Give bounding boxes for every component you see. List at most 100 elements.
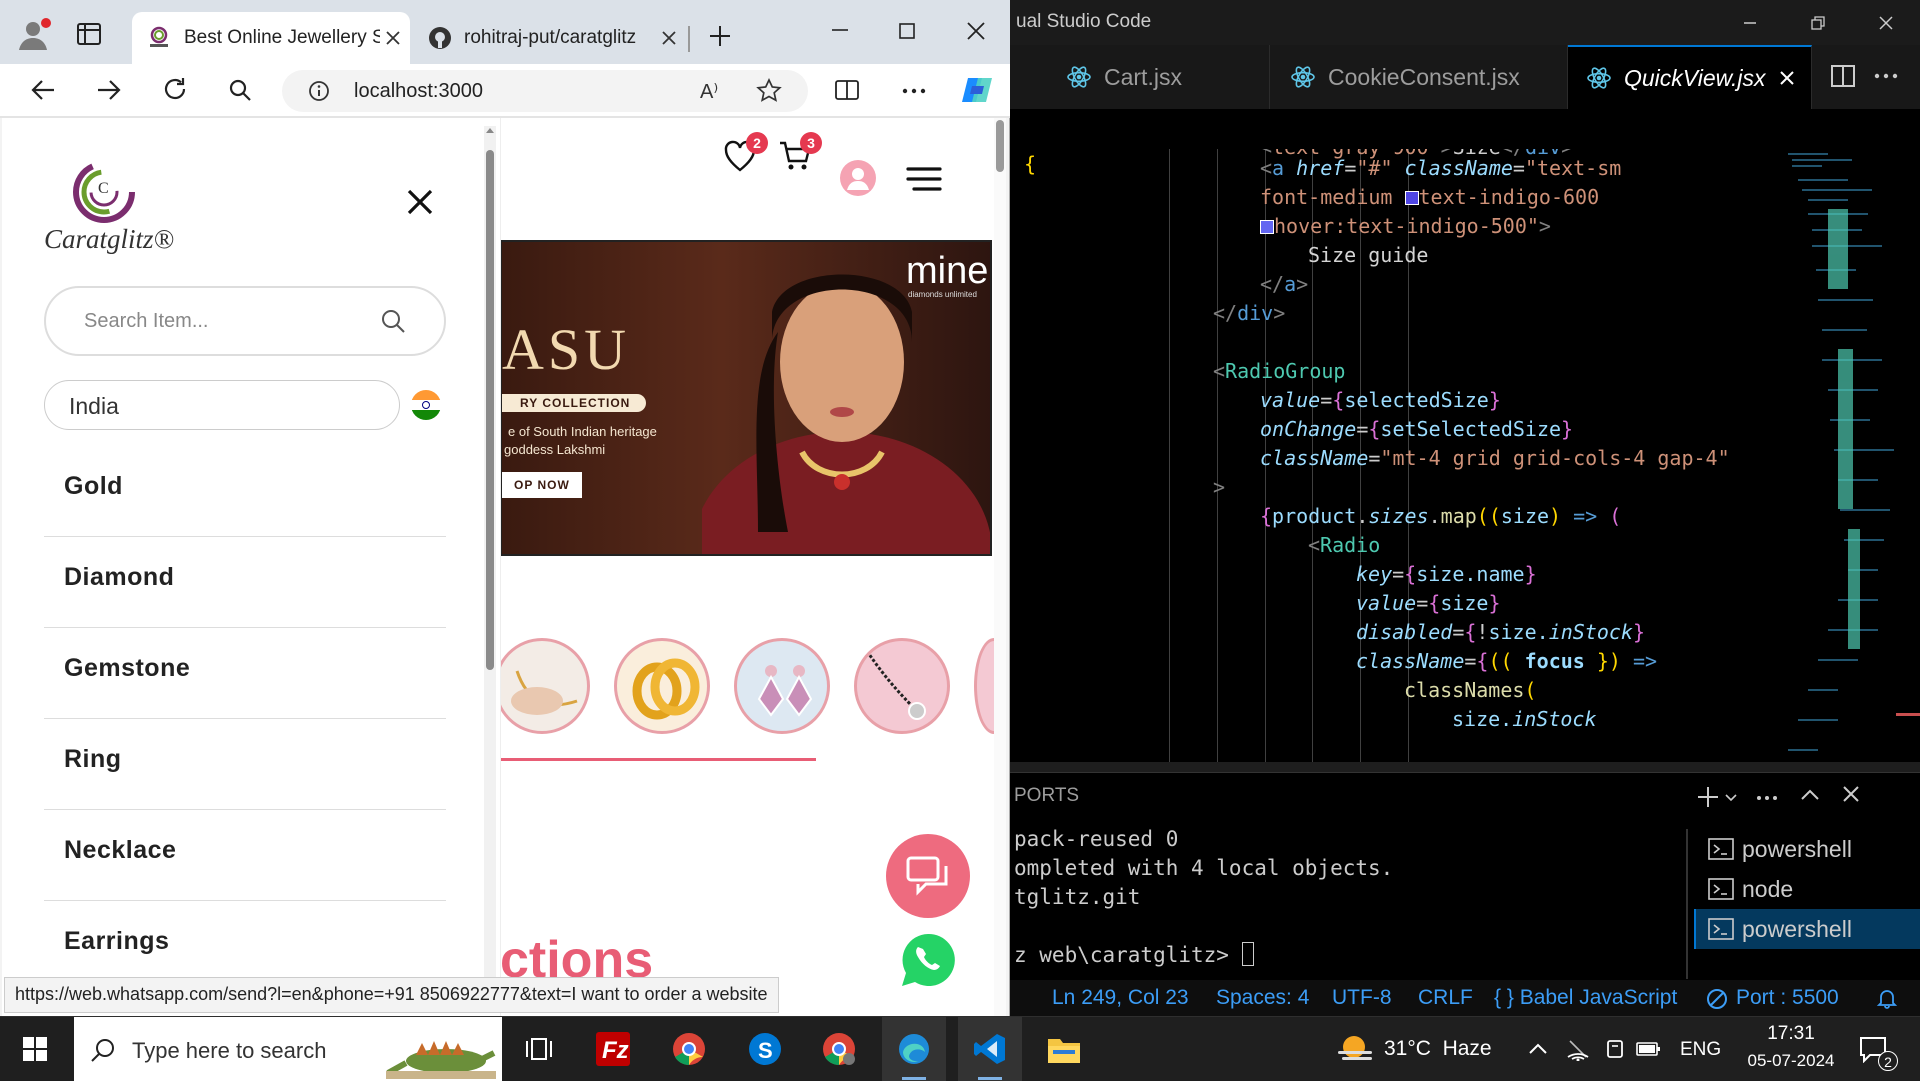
vscode-minimize-button[interactable] — [1716, 0, 1784, 45]
read-aloud-icon[interactable]: A⁾ — [700, 79, 718, 104]
status-cursor-position[interactable]: Ln 249, Col 23 — [1052, 986, 1189, 1010]
terminal-list-item[interactable]: node — [1694, 869, 1920, 909]
whatsapp-button[interactable] — [898, 930, 958, 990]
vscode-restore-button[interactable] — [1784, 0, 1852, 45]
close-tab-icon[interactable] — [662, 31, 676, 45]
promo-banner[interactable]: mine diamonds unlimited ASU RY COLLECTIO… — [500, 240, 992, 556]
back-icon[interactable] — [30, 78, 56, 102]
status-eol[interactable]: CRLF — [1418, 986, 1473, 1010]
link-status-url: https://web.whatsapp.com/send?l=en&phone… — [4, 977, 779, 1013]
site-info-icon[interactable] — [308, 80, 330, 102]
menu-item-label: Gold — [64, 472, 123, 500]
status-port[interactable]: Port : 5500 — [1736, 986, 1839, 1010]
terminal-list-item[interactable]: powershell — [1694, 829, 1920, 869]
chevron-down-icon[interactable] — [1724, 793, 1738, 803]
tab-cookieconsent-jsx[interactable]: CookieConsent.jsx — [1270, 45, 1568, 109]
terminal-output[interactable]: pack-reused 0 ompleted with 4 local obje… — [1010, 825, 1700, 975]
menu-item-diamond[interactable]: Diamond — [44, 537, 446, 628]
tab-cart-jsx[interactable]: Cart.jsx — [1046, 45, 1270, 109]
search-icon[interactable] — [380, 308, 406, 334]
vscode-taskbar-icon[interactable] — [958, 1017, 1022, 1081]
user-avatar[interactable] — [840, 160, 876, 196]
vscode-close-button[interactable] — [1852, 0, 1920, 45]
close-menu-icon[interactable] — [406, 188, 434, 216]
show-hidden-icons-chevron[interactable] — [1528, 1041, 1548, 1055]
terminal-panel: PORTS pack-reused 0 ompleted with 4 loca… — [1010, 772, 1920, 980]
code-line: disabled={!size.inStock} — [1356, 620, 1646, 644]
chat-button[interactable] — [886, 834, 970, 918]
new-terminal-icon[interactable] — [1696, 785, 1720, 809]
new-tab-icon[interactable] — [708, 24, 732, 48]
skype-icon[interactable]: S — [734, 1017, 796, 1081]
minimize-icon[interactable] — [830, 20, 850, 40]
bell-icon[interactable] — [1876, 987, 1898, 1009]
split-editor-icon[interactable] — [1830, 63, 1856, 89]
more-actions-icon[interactable] — [1756, 795, 1778, 801]
device-icon[interactable] — [1604, 1037, 1626, 1061]
wifi-icon[interactable] — [1566, 1037, 1590, 1061]
site-logo[interactable]: C Caratglitz® — [42, 156, 174, 266]
maximize-panel-icon[interactable] — [1800, 787, 1820, 801]
settings-more-icon[interactable] — [902, 88, 926, 94]
category-circle-anklet[interactable] — [494, 638, 590, 734]
terminal-prompt-text: z web\caratglitz> — [1014, 943, 1242, 967]
banner-shop-now-button[interactable]: OP NOW — [502, 472, 582, 498]
weather-text[interactable]: 31°C Haze — [1384, 1037, 1492, 1061]
status-language[interactable]: { } Babel JavaScript — [1494, 986, 1677, 1010]
browser-tab-active[interactable]: Best Online Jewellery S — [132, 12, 410, 64]
code-line: > — [1213, 475, 1226, 499]
hamburger-menu-icon[interactable] — [906, 166, 942, 192]
address-bar[interactable]: localhost:3000 A⁾ — [282, 70, 808, 112]
refresh-icon[interactable] — [162, 76, 188, 102]
battery-icon[interactable] — [1636, 1041, 1662, 1057]
more-actions-icon[interactable] — [1874, 73, 1898, 79]
menu-item-ring[interactable]: Ring — [44, 719, 446, 810]
code-line: <RadioGroup — [1213, 359, 1346, 383]
task-view-icon[interactable] — [508, 1017, 570, 1081]
chrome-profile-icon[interactable] — [808, 1017, 870, 1081]
terminal-icon — [1708, 917, 1734, 941]
page-scrollbar[interactable] — [994, 118, 1006, 1016]
menu-item-necklace[interactable]: Necklace — [44, 810, 446, 901]
tab-actions-icon[interactable] — [76, 22, 102, 46]
profile-avatar-icon[interactable] — [16, 16, 52, 52]
taskbar-search-box[interactable]: Type here to search — [74, 1017, 502, 1081]
input-language[interactable]: ENG — [1680, 1039, 1721, 1061]
status-indentation[interactable]: Spaces: 4 — [1216, 986, 1309, 1010]
start-button[interactable] — [0, 1017, 70, 1081]
search-input[interactable]: Search Item... — [44, 286, 446, 356]
close-panel-icon[interactable] — [1842, 785, 1860, 803]
file-explorer-icon[interactable] — [1032, 1017, 1096, 1081]
copilot-icon[interactable] — [960, 74, 994, 106]
edge-taskbar-icon[interactable] — [882, 1017, 946, 1081]
close-tab-icon[interactable] — [1779, 70, 1795, 86]
terminal-list-item-active[interactable]: powershell — [1694, 909, 1920, 949]
favorite-star-icon[interactable] — [756, 78, 782, 104]
category-circle-mangalsutra[interactable] — [854, 638, 950, 734]
menu-item-gold[interactable]: Gold — [44, 446, 446, 537]
panel-tab-ports[interactable]: PORTS — [1014, 785, 1079, 807]
close-window-icon[interactable] — [966, 21, 986, 41]
chrome-icon[interactable] — [658, 1017, 720, 1081]
clock-time[interactable]: 17:31 — [1754, 1023, 1828, 1045]
category-circle-bangles[interactable] — [614, 638, 710, 734]
search-icon[interactable] — [228, 78, 252, 102]
sidebar-scrollbar[interactable] — [484, 126, 496, 1006]
banner-brand: mine — [906, 250, 989, 292]
forward-icon[interactable] — [96, 78, 122, 102]
tab-label: QuickView.jsx — [1624, 64, 1766, 91]
tab-quickview-jsx[interactable]: QuickView.jsx — [1568, 45, 1812, 109]
status-encoding[interactable]: UTF-8 — [1332, 986, 1392, 1010]
category-circle-earrings[interactable] — [734, 638, 830, 734]
filezilla-icon[interactable]: Fz — [582, 1017, 644, 1081]
split-screen-icon[interactable] — [834, 78, 860, 102]
code-editor[interactable]: { <text-gray-900 >Size</div> <a href="#"… — [1010, 149, 1778, 762]
clock-date[interactable]: 05-07-2024 — [1730, 1051, 1852, 1071]
close-tab-icon[interactable] — [386, 31, 400, 45]
country-select[interactable]: India — [44, 380, 400, 430]
minimap[interactable] — [1778, 149, 1920, 762]
vscode-status-bar: Ln 249, Col 23 Spaces: 4 UTF-8 CRLF { } … — [1010, 980, 1920, 1016]
menu-item-gemstone[interactable]: Gemstone — [44, 628, 446, 719]
browser-tab[interactable]: rohitraj-put/caratglitz — [418, 12, 686, 64]
maximize-icon[interactable] — [898, 22, 916, 40]
